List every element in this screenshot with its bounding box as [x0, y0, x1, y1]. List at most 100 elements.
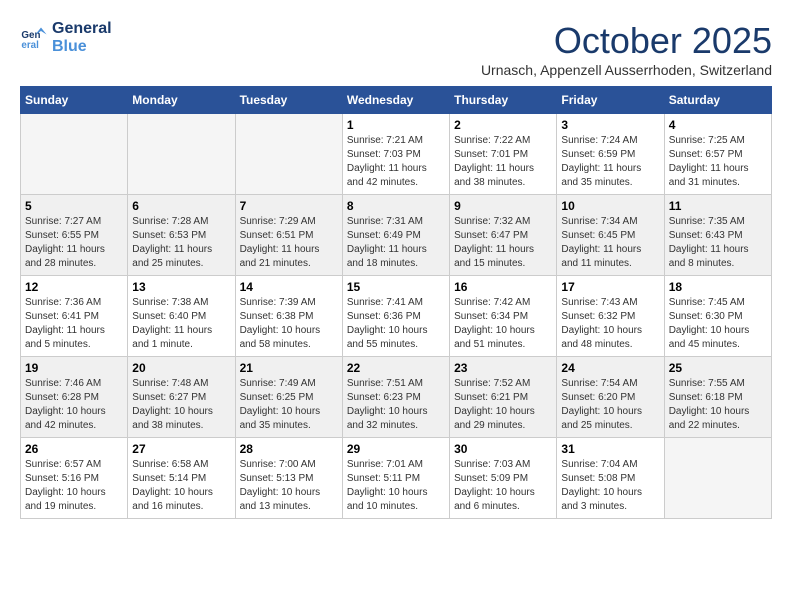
- day-info: Sunrise: 7:01 AM Sunset: 5:11 PM Dayligh…: [347, 458, 445, 514]
- day-info: Sunrise: 7:25 AM Sunset: 6:57 PM Dayligh…: [669, 134, 767, 190]
- day-info: Sunrise: 7:00 AM Sunset: 5:13 PM Dayligh…: [240, 458, 338, 514]
- calendar-cell: 5 Sunrise: 7:27 AM Sunset: 6:55 PM Daylig…: [21, 195, 128, 276]
- day-number: 18: [669, 280, 767, 294]
- day-number: 20: [132, 361, 230, 375]
- weekday-header: Wednesday: [342, 87, 449, 114]
- day-info: Sunrise: 7:29 AM Sunset: 6:51 PM Dayligh…: [240, 215, 338, 271]
- calendar-cell: 11 Sunrise: 7:35 AM Sunset: 6:43 PM Dayli…: [664, 195, 771, 276]
- calendar-cell: 30 Sunrise: 7:03 AM Sunset: 5:09 PM Dayli…: [450, 438, 557, 519]
- calendar-cell: 9 Sunrise: 7:32 AM Sunset: 6:47 PM Daylig…: [450, 195, 557, 276]
- day-info: Sunrise: 7:38 AM Sunset: 6:40 PM Dayligh…: [132, 296, 230, 352]
- day-info: Sunrise: 7:54 AM Sunset: 6:20 PM Dayligh…: [561, 377, 659, 433]
- weekday-header: Sunday: [21, 87, 128, 114]
- calendar-cell: 20 Sunrise: 7:48 AM Sunset: 6:27 PM Dayli…: [128, 357, 235, 438]
- day-number: 30: [454, 442, 552, 456]
- weekday-header: Thursday: [450, 87, 557, 114]
- day-number: 21: [240, 361, 338, 375]
- day-number: 4: [669, 118, 767, 132]
- day-info: Sunrise: 7:21 AM Sunset: 7:03 PM Dayligh…: [347, 134, 445, 190]
- weekday-header: Saturday: [664, 87, 771, 114]
- logo-icon: Gen eral: [20, 24, 48, 52]
- calendar-cell: [235, 114, 342, 195]
- weekday-header-row: SundayMondayTuesdayWednesdayThursdayFrid…: [21, 87, 772, 114]
- day-info: Sunrise: 7:03 AM Sunset: 5:09 PM Dayligh…: [454, 458, 552, 514]
- day-number: 24: [561, 361, 659, 375]
- day-info: Sunrise: 7:34 AM Sunset: 6:45 PM Dayligh…: [561, 215, 659, 271]
- day-info: Sunrise: 7:32 AM Sunset: 6:47 PM Dayligh…: [454, 215, 552, 271]
- calendar-cell: 14 Sunrise: 7:39 AM Sunset: 6:38 PM Dayli…: [235, 276, 342, 357]
- calendar-cell: 17Sunrise: 7:43 AM Sunset: 6:32 PM Dayli…: [557, 276, 664, 357]
- day-info: Sunrise: 7:24 AM Sunset: 6:59 PM Dayligh…: [561, 134, 659, 190]
- title-section: October 2025 Urnasch, Appenzell Ausserrh…: [481, 20, 772, 78]
- calendar-cell: [664, 438, 771, 519]
- day-number: 17: [561, 280, 659, 294]
- day-number: 26: [25, 442, 123, 456]
- day-number: 10: [561, 199, 659, 213]
- day-number: 7: [240, 199, 338, 213]
- calendar-cell: 1 Sunrise: 7:21 AM Sunset: 7:03 PM Daylig…: [342, 114, 449, 195]
- day-number: 9: [454, 199, 552, 213]
- day-number: 28: [240, 442, 338, 456]
- weekday-header: Monday: [128, 87, 235, 114]
- day-info: Sunrise: 7:42 AM Sunset: 6:34 PM Dayligh…: [454, 296, 552, 352]
- day-info: Sunrise: 7:36 AM Sunset: 6:41 PM Dayligh…: [25, 296, 123, 352]
- day-info: Sunrise: 7:39 AM Sunset: 6:38 PM Dayligh…: [240, 296, 338, 352]
- day-info: Sunrise: 7:35 AM Sunset: 6:43 PM Dayligh…: [669, 215, 767, 271]
- calendar-cell: 23 Sunrise: 7:52 AM Sunset: 6:21 PM Dayli…: [450, 357, 557, 438]
- calendar-cell: 22Sunrise: 7:51 AM Sunset: 6:23 PM Dayli…: [342, 357, 449, 438]
- calendar-cell: 12 Sunrise: 7:36 AM Sunset: 6:41 PM Dayli…: [21, 276, 128, 357]
- calendar-week-row: 5 Sunrise: 7:27 AM Sunset: 6:55 PM Daylig…: [21, 195, 772, 276]
- calendar-cell: 8Sunrise: 7:31 AM Sunset: 6:49 PM Daylig…: [342, 195, 449, 276]
- calendar-week-row: 19Sunrise: 7:46 AM Sunset: 6:28 PM Dayli…: [21, 357, 772, 438]
- day-number: 15: [347, 280, 445, 294]
- day-number: 29: [347, 442, 445, 456]
- calendar-cell: 7 Sunrise: 7:29 AM Sunset: 6:51 PM Daylig…: [235, 195, 342, 276]
- calendar-week-row: 26Sunrise: 6:57 AM Sunset: 5:16 PM Dayli…: [21, 438, 772, 519]
- calendar-cell: 26Sunrise: 6:57 AM Sunset: 5:16 PM Dayli…: [21, 438, 128, 519]
- calendar-cell: 13 Sunrise: 7:38 AM Sunset: 6:40 PM Dayli…: [128, 276, 235, 357]
- day-number: 16: [454, 280, 552, 294]
- month-title: October 2025: [481, 20, 772, 62]
- day-number: 25: [669, 361, 767, 375]
- calendar-cell: 18Sunrise: 7:45 AM Sunset: 6:30 PM Dayli…: [664, 276, 771, 357]
- logo: Gen eral General Blue: [20, 20, 112, 56]
- calendar-cell: 21 Sunrise: 7:49 AM Sunset: 6:25 PM Dayli…: [235, 357, 342, 438]
- calendar-cell: 25Sunrise: 7:55 AM Sunset: 6:18 PM Dayli…: [664, 357, 771, 438]
- day-info: Sunrise: 7:27 AM Sunset: 6:55 PM Dayligh…: [25, 215, 123, 271]
- svg-text:eral: eral: [21, 40, 39, 51]
- day-number: 31: [561, 442, 659, 456]
- day-number: 23: [454, 361, 552, 375]
- day-info: Sunrise: 7:48 AM Sunset: 6:27 PM Dayligh…: [132, 377, 230, 433]
- day-number: 11: [669, 199, 767, 213]
- calendar-cell: 29 Sunrise: 7:01 AM Sunset: 5:11 PM Dayli…: [342, 438, 449, 519]
- day-number: 22: [347, 361, 445, 375]
- calendar-cell: 3 Sunrise: 7:24 AM Sunset: 6:59 PM Daylig…: [557, 114, 664, 195]
- calendar: SundayMondayTuesdayWednesdayThursdayFrid…: [20, 86, 772, 519]
- calendar-cell: [21, 114, 128, 195]
- calendar-cell: 19Sunrise: 7:46 AM Sunset: 6:28 PM Dayli…: [21, 357, 128, 438]
- day-info: Sunrise: 7:22 AM Sunset: 7:01 PM Dayligh…: [454, 134, 552, 190]
- subtitle: Urnasch, Appenzell Ausserrhoden, Switzer…: [481, 62, 772, 78]
- day-info: Sunrise: 7:41 AM Sunset: 6:36 PM Dayligh…: [347, 296, 445, 352]
- day-number: 27: [132, 442, 230, 456]
- logo-subtext: Blue: [52, 38, 112, 56]
- day-number: 5: [25, 199, 123, 213]
- calendar-cell: 2 Sunrise: 7:22 AM Sunset: 7:01 PM Daylig…: [450, 114, 557, 195]
- day-number: 14: [240, 280, 338, 294]
- calendar-cell: 15 Sunrise: 7:41 AM Sunset: 6:36 PM Dayli…: [342, 276, 449, 357]
- day-info: Sunrise: 7:46 AM Sunset: 6:28 PM Dayligh…: [25, 377, 123, 433]
- day-info: Sunrise: 7:49 AM Sunset: 6:25 PM Dayligh…: [240, 377, 338, 433]
- day-number: 1: [347, 118, 445, 132]
- day-number: 3: [561, 118, 659, 132]
- page-header: Gen eral General Blue October 2025 Urnas…: [20, 20, 772, 78]
- day-number: 12: [25, 280, 123, 294]
- calendar-cell: 16 Sunrise: 7:42 AM Sunset: 6:34 PM Dayli…: [450, 276, 557, 357]
- day-info: Sunrise: 7:52 AM Sunset: 6:21 PM Dayligh…: [454, 377, 552, 433]
- day-info: Sunrise: 7:04 AM Sunset: 5:08 PM Dayligh…: [561, 458, 659, 514]
- day-number: 13: [132, 280, 230, 294]
- day-number: 2: [454, 118, 552, 132]
- calendar-cell: 24 Sunrise: 7:54 AM Sunset: 6:20 PM Dayli…: [557, 357, 664, 438]
- day-number: 6: [132, 199, 230, 213]
- calendar-cell: 4 Sunrise: 7:25 AM Sunset: 6:57 PM Daylig…: [664, 114, 771, 195]
- calendar-cell: 10 Sunrise: 7:34 AM Sunset: 6:45 PM Dayli…: [557, 195, 664, 276]
